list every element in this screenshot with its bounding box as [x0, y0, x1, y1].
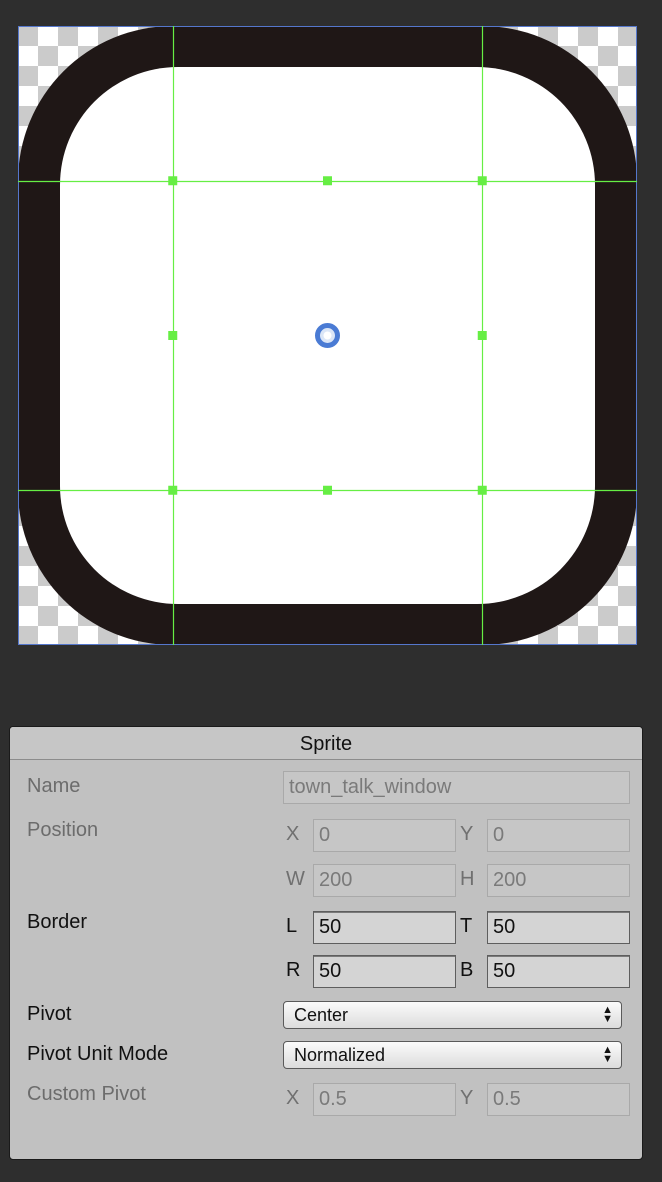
border-t-axis-label: T: [460, 915, 473, 937]
name-label: Name: [27, 775, 81, 797]
position-x-axis-label: X: [286, 823, 300, 845]
sprite-inspector-panel: Sprite Name town_talk_window Position X …: [9, 726, 643, 1160]
border-b-axis-label: B: [460, 959, 474, 981]
panel-title: Sprite: [10, 727, 642, 760]
border-handle-bottom-right[interactable]: [477, 485, 487, 495]
pivot-dropdown[interactable]: Center ▲ ▼: [283, 1001, 622, 1029]
border-label: Border: [27, 911, 88, 933]
border-top-field[interactable]: 50: [487, 911, 630, 944]
custom-pivot-y-field[interactable]: 0.5: [487, 1083, 630, 1116]
pivot-unit-mode-label: Pivot Unit Mode: [27, 1043, 169, 1065]
border-bottom-field[interactable]: 50: [487, 955, 630, 988]
border-r-axis-label: R: [286, 959, 301, 981]
custom-pivot-x-axis-label: X: [286, 1087, 300, 1109]
position-w-axis-label: W: [286, 868, 305, 890]
pivot-label: Pivot: [27, 1003, 72, 1025]
sprite-editor-canvas[interactable]: [18, 26, 637, 645]
pivot-unit-mode-dropdown[interactable]: Normalized ▲ ▼: [283, 1041, 622, 1069]
border-left-field[interactable]: 50: [313, 911, 456, 944]
name-field[interactable]: town_talk_window: [283, 771, 630, 804]
custom-pivot-x-field[interactable]: 0.5: [313, 1083, 456, 1116]
border-handle-bottom-center[interactable]: [323, 485, 332, 495]
border-handle-top-left[interactable]: [168, 176, 178, 186]
position-y-field[interactable]: 0: [487, 819, 630, 852]
border-handle-bottom-left[interactable]: [168, 485, 178, 495]
pivot-dropdown-value: Center: [294, 1005, 349, 1025]
position-h-field[interactable]: 200: [487, 864, 630, 897]
position-label: Position: [27, 819, 99, 841]
custom-pivot-y-axis-label: Y: [460, 1087, 474, 1109]
position-w-field[interactable]: 200: [313, 864, 456, 897]
border-handle-middle-right[interactable]: [477, 331, 487, 340]
custom-pivot-label: Custom Pivot: [27, 1083, 146, 1105]
position-h-axis-label: H: [460, 868, 475, 890]
border-handle-top-center[interactable]: [323, 176, 332, 186]
pivot-handle[interactable]: [315, 323, 340, 348]
position-y-axis-label: Y: [460, 823, 474, 845]
border-right-field[interactable]: 50: [313, 955, 456, 988]
border-l-axis-label: L: [286, 915, 298, 937]
border-handle-top-right[interactable]: [477, 176, 487, 186]
dropdown-arrows-icon: ▲ ▼: [602, 1004, 613, 1025]
border-handle-middle-left[interactable]: [168, 331, 178, 340]
pivot-unit-mode-value: Normalized: [294, 1045, 386, 1065]
dropdown-arrows-icon: ▲ ▼: [602, 1044, 613, 1065]
position-x-field[interactable]: 0: [313, 819, 456, 852]
